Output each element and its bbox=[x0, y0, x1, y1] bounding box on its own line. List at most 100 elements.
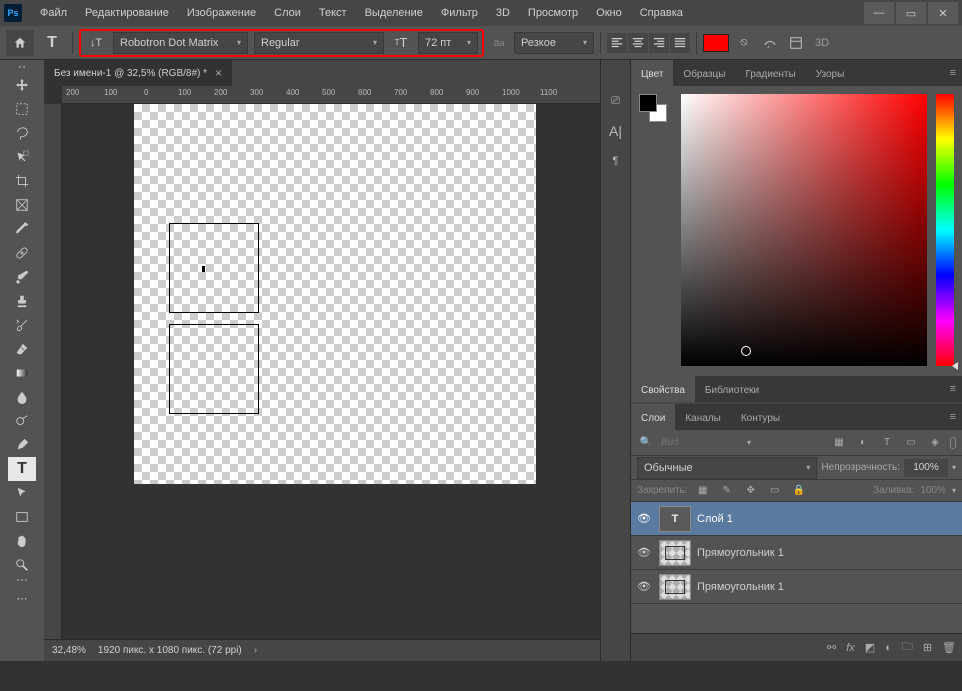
color-field[interactable] bbox=[681, 94, 927, 366]
history-brush-tool[interactable] bbox=[8, 313, 36, 337]
color-selector-ring[interactable] bbox=[741, 346, 751, 356]
cancel-button[interactable]: ⦸ bbox=[733, 32, 755, 54]
tab-swatches[interactable]: Образцы bbox=[673, 60, 735, 86]
tab-layers[interactable]: Слои bbox=[631, 404, 675, 430]
align-left-button[interactable] bbox=[607, 33, 627, 53]
layer-row[interactable]: 👁 Прямоугольник 1 bbox=[631, 570, 962, 604]
dodge-tool[interactable] bbox=[8, 409, 36, 433]
filter-type-icon[interactable]: T bbox=[878, 434, 896, 452]
filter-smart-icon[interactable]: ◈ bbox=[926, 434, 944, 452]
home-button[interactable] bbox=[6, 30, 34, 56]
foreground-color-swatch[interactable] bbox=[639, 94, 657, 112]
3d-button[interactable]: 3D bbox=[811, 32, 833, 54]
layer-row[interactable]: 👁 Прямоугольник 1 bbox=[631, 536, 962, 570]
healing-tool[interactable] bbox=[8, 241, 36, 265]
edit-toolbar-button[interactable]: ⋯ bbox=[8, 586, 36, 610]
lock-all-icon[interactable]: 🔒 bbox=[790, 482, 808, 500]
font-family-combo[interactable]: Robotron Dot Matrix ▾ bbox=[113, 32, 248, 54]
layer-thumbnail[interactable] bbox=[659, 574, 691, 600]
layer-mask-button[interactable]: ◩ bbox=[865, 641, 875, 654]
tab-paths[interactable]: Контуры bbox=[731, 404, 790, 430]
panel-icon-1[interactable]: ⎚ bbox=[605, 90, 627, 112]
blend-mode-combo[interactable]: Обычные ▾ bbox=[637, 457, 817, 479]
layer-thumbnail[interactable]: T bbox=[659, 506, 691, 532]
brush-tool[interactable] bbox=[8, 265, 36, 289]
menu-select[interactable]: Выделение bbox=[357, 3, 431, 23]
text-color-swatch[interactable] bbox=[703, 34, 729, 52]
align-right-button[interactable] bbox=[649, 33, 669, 53]
ruler-horizontal[interactable]: 200 100 0 100 200 300 400 500 600 700 80… bbox=[62, 86, 600, 104]
visibility-toggle[interactable]: 👁 bbox=[635, 510, 653, 528]
font-size-combo[interactable]: 72 пт ▾ bbox=[418, 32, 478, 54]
frame-tool[interactable] bbox=[8, 193, 36, 217]
menu-edit[interactable]: Редактирование bbox=[77, 3, 177, 23]
chevron-down-icon[interactable]: ▾ bbox=[952, 463, 956, 472]
layer-name[interactable]: Слой 1 bbox=[697, 513, 733, 525]
pen-tool[interactable] bbox=[8, 433, 36, 457]
zoom-level[interactable]: 32,48% bbox=[52, 645, 86, 656]
menu-file[interactable]: Файл bbox=[32, 3, 75, 23]
filter-shape-icon[interactable]: ▭ bbox=[902, 434, 920, 452]
status-menu-icon[interactable]: › bbox=[254, 645, 257, 656]
filter-adjust-icon[interactable]: ◐ bbox=[854, 434, 872, 452]
align-justify-button[interactable] bbox=[670, 33, 690, 53]
canvas[interactable] bbox=[134, 104, 536, 484]
tab-gradients[interactable]: Градиенты bbox=[735, 60, 805, 86]
warp-text-button[interactable]: ꭵ bbox=[759, 32, 781, 54]
rectangle-shape-2[interactable] bbox=[169, 324, 259, 414]
new-layer-button[interactable]: ⊞ bbox=[923, 641, 932, 654]
filter-toggle[interactable] bbox=[950, 437, 956, 449]
layer-filter-input[interactable] bbox=[661, 437, 741, 448]
panel-menu-button[interactable]: ≡ bbox=[944, 411, 962, 423]
toolbox-grip[interactable] bbox=[11, 66, 33, 69]
canvas-viewport[interactable] bbox=[44, 104, 600, 639]
menu-window[interactable]: Окно bbox=[588, 3, 630, 23]
quick-select-tool[interactable] bbox=[8, 145, 36, 169]
toolbox-more[interactable] bbox=[11, 579, 33, 582]
char-panel-button[interactable] bbox=[785, 32, 807, 54]
visibility-toggle[interactable]: 👁 bbox=[635, 578, 653, 596]
blur-tool[interactable] bbox=[8, 385, 36, 409]
document-info[interactable]: 1920 пикс. x 1080 пикс. (72 ppi) bbox=[98, 645, 242, 656]
rectangle-tool[interactable] bbox=[8, 505, 36, 529]
maximize-button[interactable]: ▭ bbox=[896, 2, 926, 24]
layer-name[interactable]: Прямоугольник 1 bbox=[697, 547, 784, 559]
layer-name[interactable]: Прямоугольник 1 bbox=[697, 581, 784, 593]
rectangle-shape-1[interactable] bbox=[169, 223, 259, 313]
stamp-tool[interactable] bbox=[8, 289, 36, 313]
layer-thumbnail[interactable] bbox=[659, 540, 691, 566]
crop-tool[interactable] bbox=[8, 169, 36, 193]
hue-slider[interactable] bbox=[936, 94, 954, 366]
marquee-tool[interactable] bbox=[8, 97, 36, 121]
tab-channels[interactable]: Каналы bbox=[675, 404, 731, 430]
lock-pixels-icon[interactable]: ✎ bbox=[718, 482, 736, 500]
font-style-combo[interactable]: Regular ▾ bbox=[254, 32, 384, 54]
fill-value[interactable]: 100% bbox=[920, 485, 946, 496]
type-tool[interactable]: T bbox=[8, 457, 36, 481]
group-button[interactable]: 🗀 bbox=[902, 638, 913, 657]
tab-close-icon[interactable]: × bbox=[215, 66, 222, 80]
filter-pixel-icon[interactable]: ▦ bbox=[830, 434, 848, 452]
minimize-button[interactable]: — bbox=[864, 2, 894, 24]
chevron-down-icon[interactable]: ▾ bbox=[952, 486, 956, 495]
text-orientation-button[interactable]: ↓T bbox=[85, 32, 107, 54]
menu-text[interactable]: Текст bbox=[311, 3, 355, 23]
eyedropper-tool[interactable] bbox=[8, 217, 36, 241]
layer-row[interactable]: 👁 T Слой 1 bbox=[631, 502, 962, 536]
menu-view[interactable]: Просмотр bbox=[520, 3, 586, 23]
close-button[interactable]: ✕ bbox=[928, 2, 958, 24]
eraser-tool[interactable] bbox=[8, 337, 36, 361]
menu-filter[interactable]: Фильтр bbox=[433, 3, 486, 23]
opacity-value[interactable]: 100% bbox=[904, 459, 948, 477]
menu-help[interactable]: Справка bbox=[632, 3, 691, 23]
lock-artboard-icon[interactable]: ▭ bbox=[766, 482, 784, 500]
menu-3d[interactable]: 3D bbox=[488, 3, 518, 23]
link-layers-button[interactable]: ⚯ bbox=[827, 641, 836, 654]
layer-effects-button[interactable]: fx bbox=[846, 642, 855, 654]
paragraph-panel-icon[interactable]: ¶ bbox=[605, 150, 627, 172]
visibility-toggle[interactable]: 👁 bbox=[635, 544, 653, 562]
chevron-down-icon[interactable]: ▾ bbox=[747, 438, 751, 447]
fg-bg-swatches[interactable] bbox=[639, 94, 667, 122]
hue-pointer[interactable] bbox=[952, 362, 958, 370]
path-select-tool[interactable] bbox=[8, 481, 36, 505]
